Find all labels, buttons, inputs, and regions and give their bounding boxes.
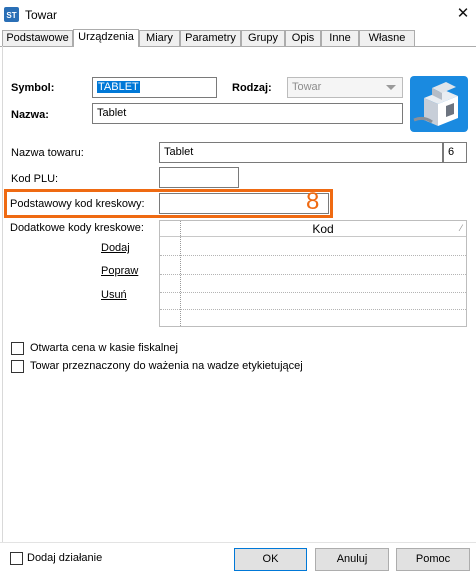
nazwa-towaru-counter: 6 xyxy=(443,142,467,163)
product-logo xyxy=(410,76,468,132)
grid-row-divider xyxy=(160,292,466,293)
weighing-label: Towar przeznaczony do ważenia na wadze e… xyxy=(30,360,303,372)
tab-urzadzenia[interactable]: Urządzenia xyxy=(73,29,139,47)
barcode-grid[interactable]: Kod ⁄ xyxy=(159,220,467,327)
panel-border xyxy=(2,46,3,542)
nazwa-towaru-label: Nazwa towaru: xyxy=(11,147,84,159)
kod-plu-input[interactable] xyxy=(159,167,239,188)
tab-strip: Podstawowe Urządzenia Miary Parametry Gr… xyxy=(0,29,476,47)
app-icon: ST xyxy=(4,7,19,22)
svg-text:ST: ST xyxy=(6,11,16,20)
delete-barcode-link[interactable]: Usuń xyxy=(101,289,127,301)
grid-row-divider xyxy=(160,255,466,256)
window-title: Towar xyxy=(25,8,58,22)
sort-icon: ⁄ xyxy=(460,223,462,233)
add-action-label: Dodaj działanie xyxy=(27,552,103,564)
tab-wlasne[interactable]: Własne xyxy=(359,30,415,47)
ok-button[interactable]: OK xyxy=(234,548,307,571)
tab-inne[interactable]: Inne xyxy=(321,30,359,47)
nazwa-towaru-input[interactable]: Tablet xyxy=(159,142,443,163)
rodzaj-select[interactable]: Towar xyxy=(287,77,403,98)
tab-parametry[interactable]: Parametry xyxy=(180,30,241,47)
close-icon[interactable]: ✕ xyxy=(454,4,472,22)
annotation-highlight-box xyxy=(4,189,333,218)
title-bar: ST Towar ✕ xyxy=(0,0,476,30)
symbol-input[interactable]: TABLET xyxy=(92,77,217,98)
symbol-label: Symbol: xyxy=(11,82,55,94)
dodatkowe-kody-label: Dodatkowe kody kreskowe: xyxy=(10,222,144,234)
symbol-value: TABLET xyxy=(97,81,140,93)
nazwa-input[interactable]: Tablet xyxy=(92,103,403,124)
add-action-checkbox[interactable] xyxy=(10,552,23,565)
open-price-label: Otwarta cena w kasie fiskalnej xyxy=(30,342,178,354)
rodzaj-value: Towar xyxy=(292,81,322,93)
tab-podstawowe[interactable]: Podstawowe xyxy=(2,30,73,47)
tab-opis[interactable]: Opis xyxy=(285,30,321,47)
footer-divider xyxy=(0,542,476,543)
edit-barcode-link[interactable]: Popraw xyxy=(101,265,138,277)
rodzaj-label: Rodzaj: xyxy=(232,82,272,94)
grid-column-header-kod[interactable]: Kod xyxy=(180,222,466,236)
grid-header: Kod ⁄ xyxy=(160,221,466,237)
tab-miary[interactable]: Miary xyxy=(139,30,180,47)
chevron-down-icon xyxy=(386,85,396,90)
grid-row-divider xyxy=(160,274,466,275)
open-price-checkbox[interactable] xyxy=(11,342,24,355)
tab-grupy[interactable]: Grupy xyxy=(241,30,285,47)
annotation-marker: 8 xyxy=(306,188,320,215)
weighing-checkbox[interactable] xyxy=(11,360,24,373)
cancel-button[interactable]: Anuluj xyxy=(315,548,389,571)
nazwa-label: Nazwa: xyxy=(11,109,49,121)
kod-plu-label: Kod PLU: xyxy=(11,173,59,185)
help-button[interactable]: Pomoc xyxy=(396,548,470,571)
grid-row-divider xyxy=(160,309,466,310)
add-barcode-link[interactable]: Dodaj xyxy=(101,242,130,254)
box-icon xyxy=(413,82,458,126)
